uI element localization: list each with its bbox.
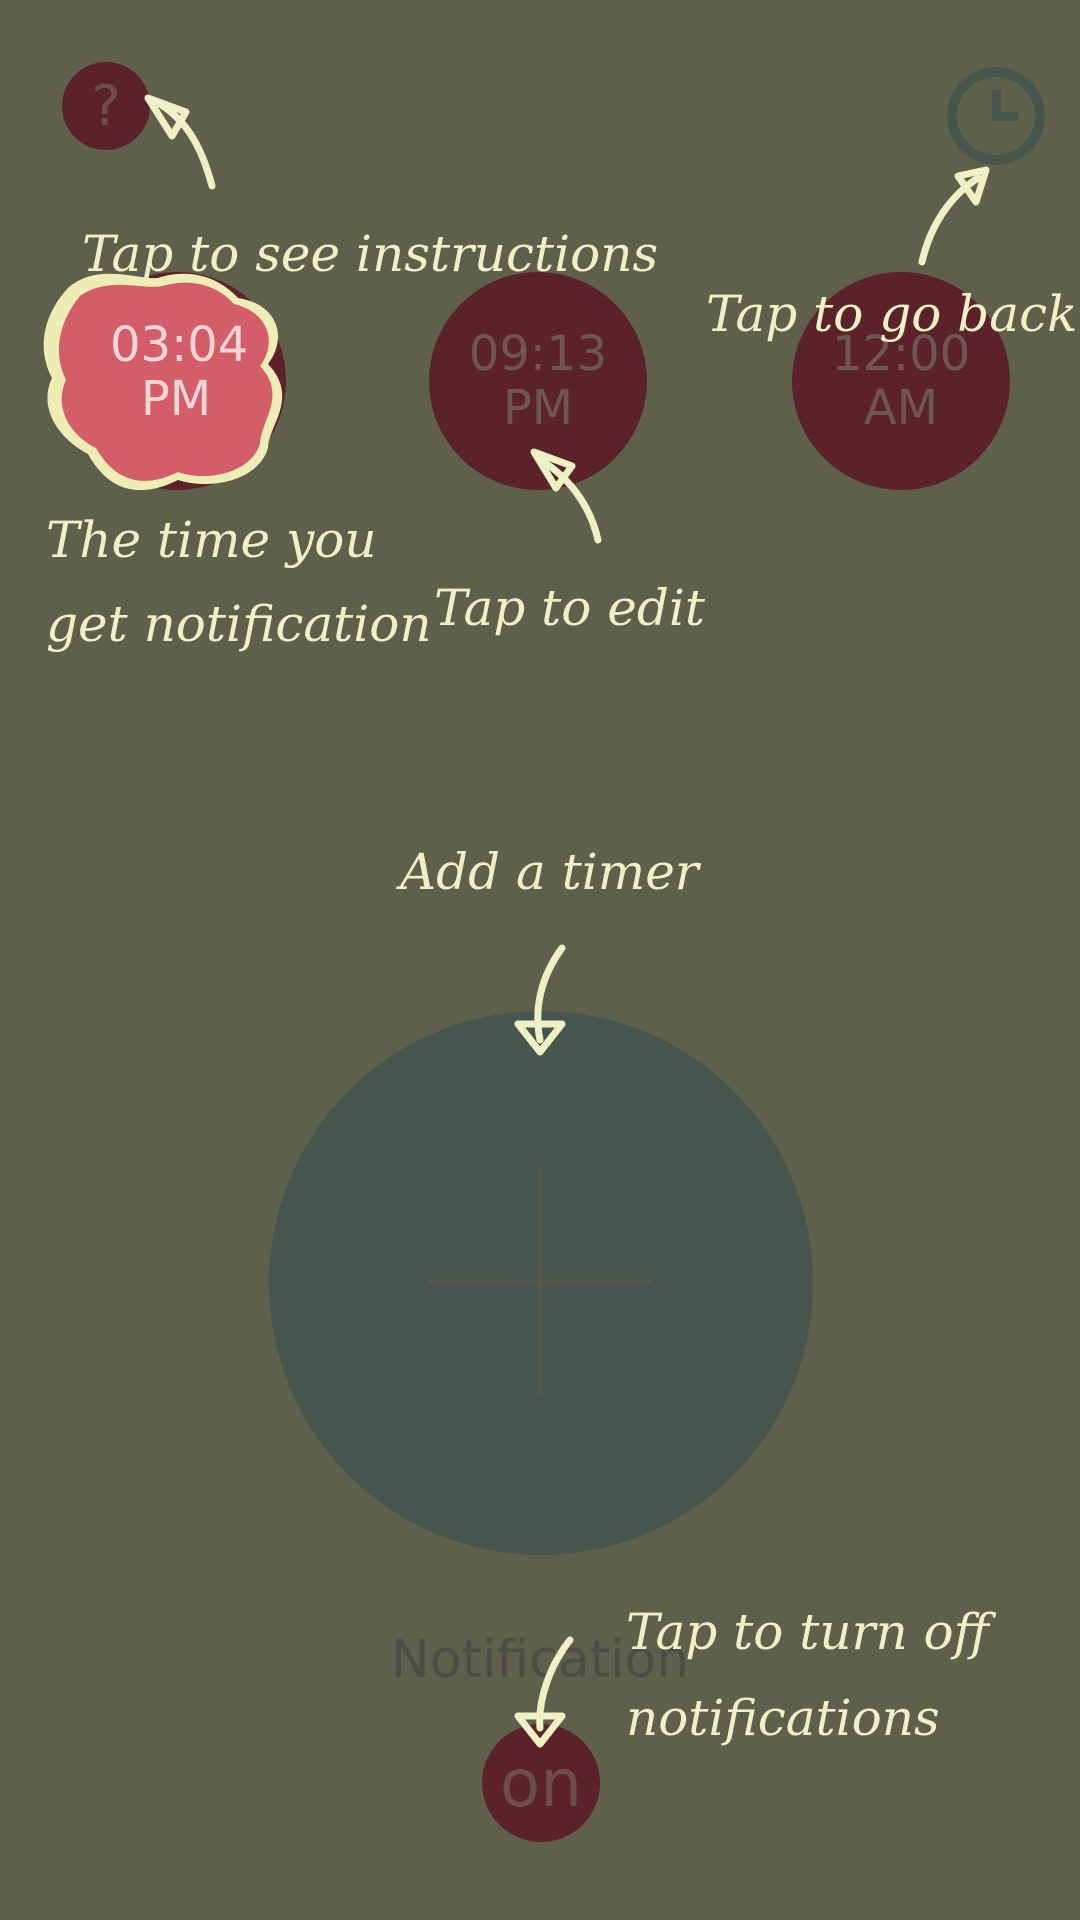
hint-add-timer: Add a timer <box>400 843 699 901</box>
arrow-to-history <box>918 174 982 266</box>
timer-2[interactable]: 09:13 PM <box>429 272 647 490</box>
question-mark-icon: ? <box>91 73 121 139</box>
hint-edit: Tap to edit <box>434 579 705 637</box>
notification-toggle-label: on <box>499 1744 583 1822</box>
history-button[interactable] <box>944 64 1048 168</box>
timer-2-period: PM <box>502 380 574 436</box>
arrowhead-help <box>144 94 190 140</box>
timer-1-time: 03:04 <box>110 317 249 373</box>
arrow-to-help <box>156 100 216 190</box>
hint-time-line1: The time you <box>46 511 377 569</box>
notification-toggle[interactable]: on <box>482 1724 600 1842</box>
timer-3-period: AM <box>863 380 939 436</box>
hint-notif-line2: notifications <box>626 1689 940 1747</box>
hint-time-line2: get notification <box>46 595 432 653</box>
clock-icon <box>947 67 1045 165</box>
timer-2-time: 09:13 <box>468 326 608 382</box>
timer-1-period: PM <box>140 371 212 427</box>
hint-instructions: Tap to see instructions <box>82 225 659 283</box>
arrowhead-history <box>954 166 990 206</box>
timer-1-display: 03:04 PM <box>110 317 249 427</box>
help-button[interactable]: ? <box>62 62 150 150</box>
hint-notif-line1: Tap to turn off <box>626 1603 990 1661</box>
plus-icon-horizontal <box>427 1279 653 1284</box>
hint-go-back: Tap to go back <box>706 285 1078 343</box>
